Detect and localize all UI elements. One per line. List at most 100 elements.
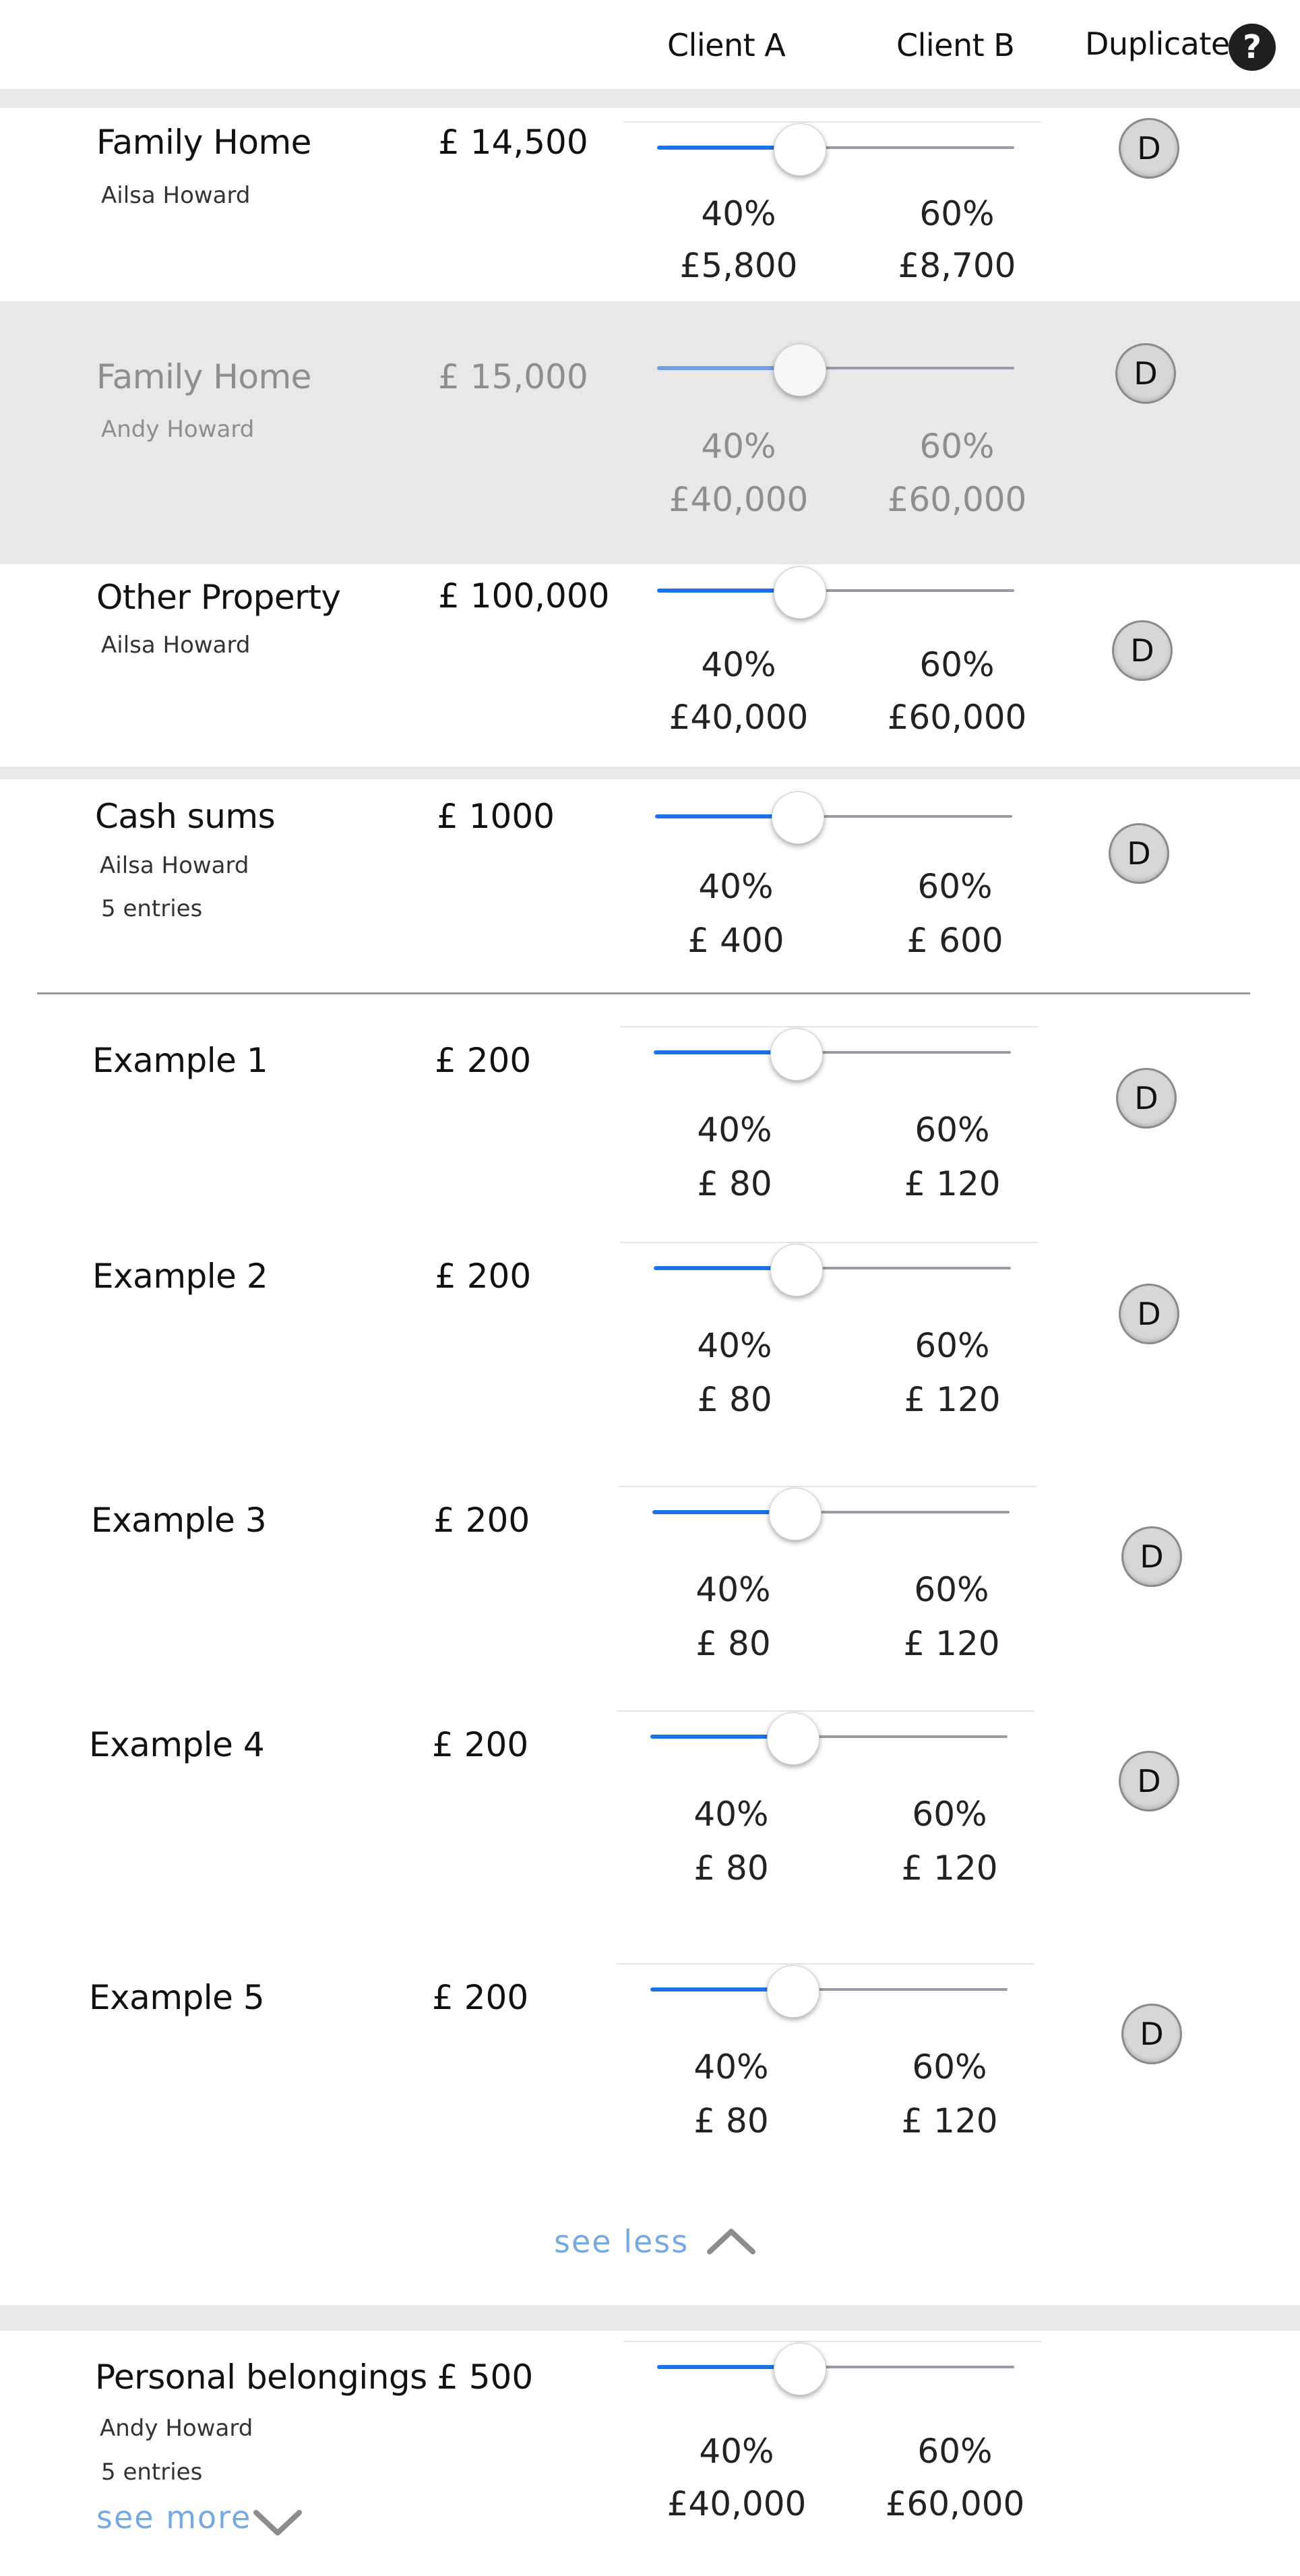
client-b-percent: 60%	[915, 1110, 990, 1149]
client-b-value: £ 120	[904, 1380, 1001, 1419]
split-slider[interactable]	[619, 1486, 1036, 1540]
slider-handle[interactable]	[774, 123, 826, 176]
slider-handle[interactable]	[769, 1488, 822, 1540]
see-more-link[interactable]: see more	[96, 2499, 251, 2536]
entry-amount: £ 200	[435, 1257, 532, 1296]
slider-handle[interactable]	[767, 1712, 819, 1765]
client-a-value: £ 400	[687, 921, 784, 960]
duplicate-button[interactable]: D	[1119, 118, 1179, 179]
slider-handle[interactable]	[774, 344, 826, 396]
entry-title: Example 3	[91, 1501, 267, 1540]
split-slider[interactable]	[623, 121, 1041, 176]
client-a-value: £ 80	[697, 1164, 772, 1203]
duplicate-button[interactable]: D	[1121, 2004, 1182, 2064]
client-a-percent: 40%	[701, 194, 776, 233]
slider-handle[interactable]	[770, 1028, 823, 1081]
entry-amount: £ 200	[433, 1501, 530, 1540]
asset-owner: Ailsa Howard	[101, 632, 251, 659]
client-b-value: £ 120	[901, 2101, 998, 2140]
duplicate-button[interactable]: D	[1112, 620, 1173, 681]
entry-title: Example 4	[89, 1725, 265, 1764]
divider	[37, 992, 1250, 994]
duplicate-button[interactable]: D	[1121, 1526, 1182, 1587]
slider-handle[interactable]	[774, 2343, 826, 2395]
cash-entry-row: Example 2 £ 200 40% 60% £ 80 £ 120 D	[0, 1242, 1300, 1444]
split-slider[interactable]	[623, 342, 1041, 396]
chevron-up-icon[interactable]	[704, 2225, 758, 2256]
entry-title: Example 2	[92, 1257, 268, 1296]
client-b-percent: 60%	[919, 194, 995, 233]
asset-title: Personal belongings	[95, 2358, 427, 2397]
client-a-percent: 40%	[693, 2047, 769, 2087]
client-a-percent: 40%	[697, 1326, 772, 1365]
client-b-value: £ 600	[906, 921, 1003, 960]
client-b-value: £60,000	[887, 698, 1027, 737]
client-a-value: £ 80	[697, 1380, 772, 1419]
client-b-value: £ 120	[901, 1849, 998, 1888]
duplicate-button[interactable]: D	[1119, 1284, 1179, 1344]
chevron-down-icon[interactable]	[251, 2507, 305, 2538]
cash-entry-row: Example 3 £ 200 40% 60% £ 80 £ 120 D	[0, 1486, 1300, 1688]
client-b-percent: 60%	[912, 2047, 987, 2087]
asset-owner: Ailsa Howard	[100, 852, 249, 879]
entry-amount: £ 200	[435, 1041, 532, 1080]
client-a-value: £40,000	[669, 480, 809, 519]
slider-handle[interactable]	[767, 1965, 819, 2018]
client-a-value: £40,000	[669, 698, 809, 737]
slider-handle[interactable]	[774, 566, 826, 619]
slider-handle[interactable]	[770, 1244, 823, 1296]
help-icon[interactable]: ?	[1229, 24, 1276, 71]
asset-title: Family Home	[96, 123, 311, 162]
client-a-value: £ 80	[695, 1624, 771, 1663]
entry-title: Example 1	[92, 1041, 268, 1080]
split-slider[interactable]	[620, 1026, 1038, 1081]
client-a-value: £ 80	[693, 1849, 769, 1888]
client-b-percent: 60%	[919, 427, 995, 466]
asset-row-other-property: Other Property Ailsa Howard £ 100,000 40…	[0, 564, 1300, 767]
client-a-header: Client A	[667, 27, 786, 63]
asset-owner: Andy Howard	[101, 416, 255, 443]
asset-amount: £ 15,000	[438, 357, 588, 396]
duplicate-button[interactable]: D	[1119, 1751, 1179, 1811]
split-slider[interactable]	[620, 1242, 1038, 1296]
split-slider[interactable]	[617, 1963, 1034, 2018]
client-a-percent: 40%	[697, 1110, 772, 1149]
duplicate-button[interactable]: D	[1116, 1068, 1177, 1129]
see-less-link[interactable]: see less	[554, 2223, 689, 2260]
entry-amount: £ 200	[432, 1978, 529, 2017]
entry-title: Example 5	[89, 1978, 265, 2017]
client-b-value: £8,700	[898, 246, 1016, 285]
split-slider[interactable]	[623, 2341, 1041, 2395]
asset-amount: £ 100,000	[438, 576, 610, 616]
column-header: Client A Client B Duplicate ?	[0, 0, 1300, 89]
cash-sums-group: Cash sums Ailsa Howard 5 entries £ 1000 …	[0, 779, 1300, 2305]
client-a-percent: 40%	[701, 645, 776, 684]
client-b-percent: 60%	[917, 2432, 993, 2471]
split-slider[interactable]	[621, 779, 1039, 844]
client-a-value: £40,000	[667, 2484, 807, 2523]
client-a-percent: 40%	[699, 2432, 774, 2471]
asset-owner: Ailsa Howard	[101, 182, 251, 209]
duplicate-button[interactable]: D	[1115, 343, 1176, 404]
asset-amount: £ 14,500	[438, 123, 588, 162]
client-b-value: £60,000	[887, 480, 1027, 519]
split-slider[interactable]	[623, 564, 1041, 619]
client-b-percent: 60%	[917, 867, 993, 906]
client-b-value: £60,000	[885, 2484, 1025, 2523]
entries-count: 5 entries	[101, 895, 203, 922]
client-b-value: £ 120	[904, 1164, 1001, 1203]
entry-amount: £ 200	[432, 1725, 529, 1764]
slider-handle[interactable]	[772, 791, 824, 844]
asset-owner: Andy Howard	[100, 2415, 253, 2442]
asset-title: Other Property	[96, 578, 341, 617]
duplicate-button[interactable]: D	[1109, 823, 1169, 884]
client-a-percent: 40%	[698, 867, 774, 906]
asset-row-family-home-ailsa: Family Home Ailsa Howard £ 14,500 40% 60…	[0, 108, 1300, 301]
asset-amount: £ 500	[437, 2358, 534, 2397]
split-slider[interactable]	[617, 1710, 1034, 1765]
client-a-value: £5,800	[679, 246, 798, 285]
client-a-value: £ 80	[693, 2101, 769, 2140]
cash-entry-row: Example 1 £ 200 40% 60% £ 80 £ 120 D	[0, 1026, 1300, 1228]
asset-amount: £ 1000	[437, 797, 555, 836]
client-a-percent: 40%	[695, 1570, 771, 1609]
